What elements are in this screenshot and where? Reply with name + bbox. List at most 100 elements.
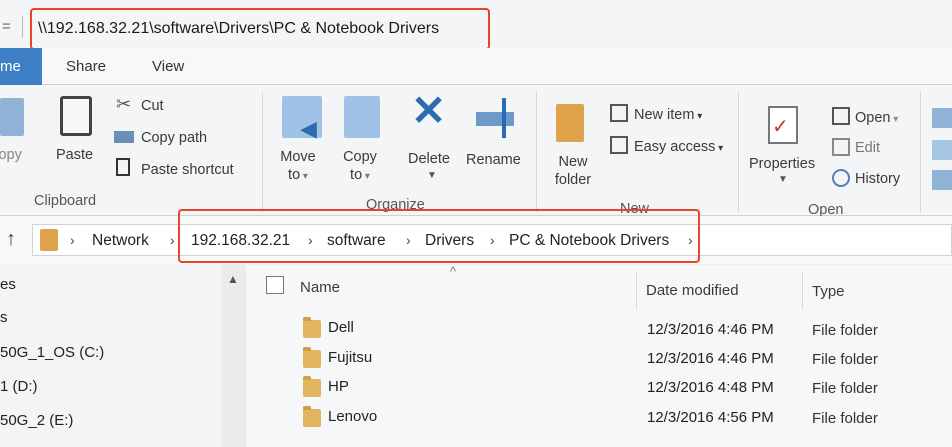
copy-path-icon [114, 131, 134, 143]
rename-icon [476, 112, 514, 126]
edit-icon [832, 138, 850, 156]
paste-button[interactable]: Paste [56, 146, 93, 164]
open-icon [832, 107, 850, 125]
column-header-name[interactable]: Name [300, 279, 340, 296]
nav-item[interactable]: es [0, 276, 16, 293]
chevron-down-icon: ▾ [715, 143, 724, 154]
select-none-icon[interactable] [932, 140, 952, 160]
file-date: 12/3/2016 4:46 PM [647, 350, 774, 367]
nav-item[interactable]: s [0, 309, 8, 326]
highlight-box-address [178, 209, 700, 263]
file-date: 12/3/2016 4:48 PM [647, 379, 774, 396]
folder-icon [303, 347, 321, 368]
column-header-date[interactable]: Date modified [646, 282, 739, 299]
tab-view[interactable]: View [152, 58, 184, 75]
file-type: File folder [812, 351, 878, 368]
file-type: File folder [812, 410, 878, 427]
chevron-down-icon: ▾ [694, 111, 703, 122]
move-arrow-icon: ◀ [300, 116, 317, 141]
delete-dropdown-icon[interactable]: ▼ [427, 170, 437, 181]
move-to-button[interactable]: Move to ▾ [278, 148, 318, 186]
new-item-button[interactable]: New item ▾ [634, 106, 702, 126]
delete-icon: ✕ [411, 87, 447, 134]
copy-to-button[interactable]: Copy to ▾ [340, 148, 380, 186]
paste-shortcut-button[interactable]: Paste shortcut [141, 161, 234, 179]
file-date: 12/3/2016 4:46 PM [647, 321, 774, 338]
tab-share[interactable]: Share [66, 58, 106, 75]
folder-icon [40, 229, 58, 251]
highlight-box-title [30, 8, 490, 50]
copy-button[interactable]: Copy [0, 146, 22, 164]
chevron-right-icon: › [170, 232, 175, 248]
file-name[interactable]: Dell [328, 319, 354, 336]
paste-shortcut-icon [116, 158, 130, 176]
new-item-icon [610, 104, 628, 122]
new-item-label: New item [634, 107, 695, 123]
history-button[interactable]: History [855, 170, 900, 188]
new-folder-label-2: folder [554, 172, 592, 188]
new-folder-button[interactable]: New folder [550, 153, 596, 189]
new-folder-icon [556, 104, 584, 142]
paste-icon [60, 96, 92, 136]
open-button[interactable]: Open ▾ [855, 109, 898, 129]
up-arrow-icon[interactable]: ↑ [6, 228, 16, 251]
delete-button[interactable]: Delete [408, 150, 450, 168]
file-type: File folder [812, 322, 878, 339]
properties-dropdown-icon[interactable]: ▼ [778, 174, 788, 185]
nav-item-drive-c[interactable]: 50G_1_OS (C:) [0, 344, 104, 361]
file-name[interactable]: Fujitsu [328, 349, 372, 366]
nav-item-drive-d[interactable]: 1 (D:) [0, 378, 38, 395]
quick-access-icon[interactable]: = [2, 18, 11, 35]
copy-to-icon [344, 96, 380, 138]
cut-icon: ✂ [116, 94, 132, 114]
group-divider [262, 92, 263, 212]
easy-access-icon [610, 136, 628, 154]
copy-to-label-2: to [350, 167, 363, 183]
move-to-label-2: to [288, 167, 301, 183]
sort-arrow-icon: ^ [450, 264, 457, 279]
breadcrumb-network[interactable]: Network [92, 232, 149, 250]
new-folder-label-1: New [558, 154, 588, 170]
folder-icon [303, 376, 321, 397]
file-date: 12/3/2016 4:56 PM [647, 409, 774, 426]
ribbon-tabs [0, 48, 952, 85]
file-name[interactable]: HP [328, 378, 349, 395]
copy-to-label-1: Copy [343, 149, 377, 165]
checkmark-icon: ✓ [772, 116, 789, 138]
chevron-right-icon: › [70, 232, 75, 248]
tab-home[interactable]: me [0, 48, 42, 85]
chevron-down-icon: ▾ [300, 171, 308, 182]
column-header-type[interactable]: Type [812, 283, 845, 300]
rename-cursor-icon [502, 98, 506, 138]
rename-button[interactable]: Rename [466, 151, 521, 169]
file-name[interactable]: Lenovo [328, 408, 377, 425]
separator [22, 16, 23, 38]
properties-button[interactable]: Properties [749, 155, 815, 173]
nav-item-drive-e[interactable]: 50G_2 (E:) [0, 412, 73, 429]
history-icon [832, 169, 850, 187]
easy-access-label: Easy access [634, 139, 716, 155]
select-all-checkbox[interactable] [266, 276, 284, 294]
copy-path-button[interactable]: Copy path [141, 129, 207, 147]
group-divider [920, 92, 921, 212]
move-to-label-1: Move [280, 149, 316, 165]
select-all-icon[interactable] [932, 108, 952, 128]
cut-button[interactable]: Cut [141, 97, 164, 115]
chevron-down-icon: ▾ [362, 171, 370, 182]
easy-access-button[interactable]: Easy access ▾ [634, 138, 723, 158]
copy-icon [0, 98, 24, 136]
group-divider [536, 92, 537, 212]
scroll-up-icon[interactable]: ▲ [227, 272, 239, 286]
chevron-down-icon: ▾ [890, 114, 899, 125]
column-divider[interactable] [636, 272, 637, 310]
folder-icon [303, 317, 321, 338]
column-divider[interactable] [802, 272, 803, 310]
folder-icon [303, 406, 321, 427]
invert-selection-icon[interactable] [932, 170, 952, 190]
nav-scrollbar[interactable] [222, 265, 246, 447]
group-divider [738, 92, 739, 212]
open-label: Open [855, 110, 891, 126]
group-label-clipboard: Clipboard [34, 193, 97, 209]
file-type: File folder [812, 380, 878, 397]
edit-button[interactable]: Edit [855, 139, 880, 157]
